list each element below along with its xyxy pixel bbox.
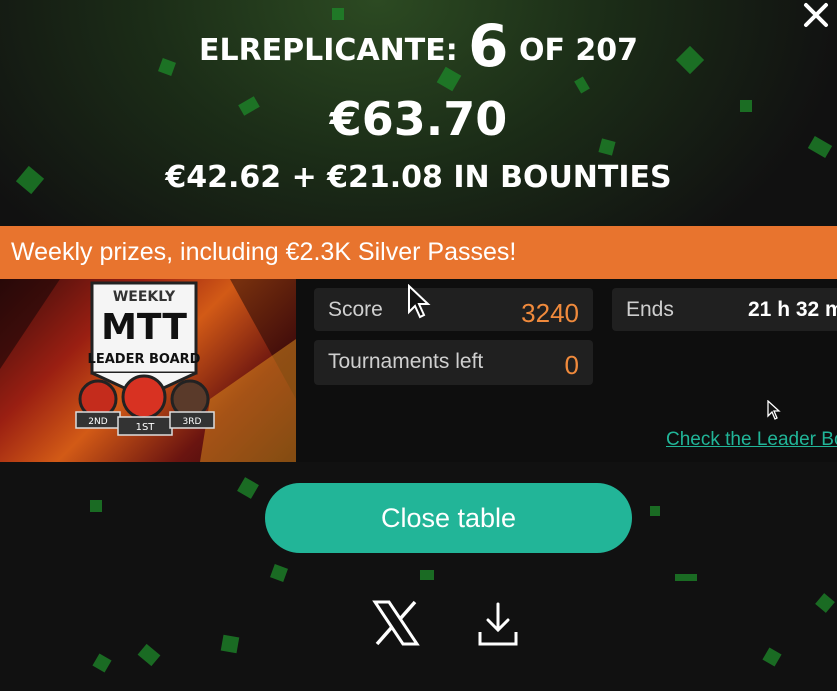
player-name: ELREPLICANTE:: [198, 33, 458, 68]
prize-breakdown: €42.62 + €21.08 IN BOUNTIES: [165, 160, 672, 195]
cursor-icon: [408, 284, 431, 319]
result-dialog: ELREPLICANTE: 6 OF 207 €63.70 €42.62 + €…: [0, 0, 837, 691]
mtt-text: MTT: [101, 307, 187, 348]
rank-2nd: 2ND: [88, 417, 107, 427]
check-leaderboard-link[interactable]: Check the Leader Board: [666, 429, 837, 451]
tournaments-left-value: 0: [564, 350, 579, 380]
finish-position: ELREPLICANTE: 6 OF 207: [0, 12, 837, 80]
download-icon[interactable]: [476, 600, 520, 648]
ends-box: Ends 21 h 32 m: [612, 288, 837, 331]
tournaments-left-label: Tournaments left: [328, 350, 484, 373]
ends-value: 21 h 32 m: [748, 298, 837, 321]
leaderboard-art: WEEKLY MTT LEADER BOARD 2ND 1ST 3RD: [0, 279, 296, 462]
weekly-text: WEEKLY: [113, 289, 176, 305]
close-table-button[interactable]: Close table: [265, 483, 632, 553]
score-value: 3240: [521, 298, 579, 328]
leaderboard-image: WEEKLY MTT LEADER BOARD 2ND 1ST 3RD: [0, 279, 296, 462]
rank-1st: 1ST: [136, 422, 156, 433]
promo-banner[interactable]: Weekly prizes, including €2.3K Silver Pa…: [0, 226, 837, 279]
x-share-icon[interactable]: [371, 598, 421, 648]
ends-label: Ends: [626, 298, 674, 321]
finish-place: 6: [468, 12, 509, 80]
score-label: Score: [328, 298, 383, 321]
field-size: OF 207: [518, 33, 639, 68]
rank-3rd: 3RD: [183, 417, 202, 427]
leader-board-text: LEADER BOARD: [88, 352, 201, 367]
score-box: Score 3240: [314, 288, 593, 331]
tournaments-left-box: Tournaments left 0: [314, 340, 593, 385]
total-prize: €63.70: [329, 92, 508, 146]
cursor-icon: [767, 400, 781, 420]
